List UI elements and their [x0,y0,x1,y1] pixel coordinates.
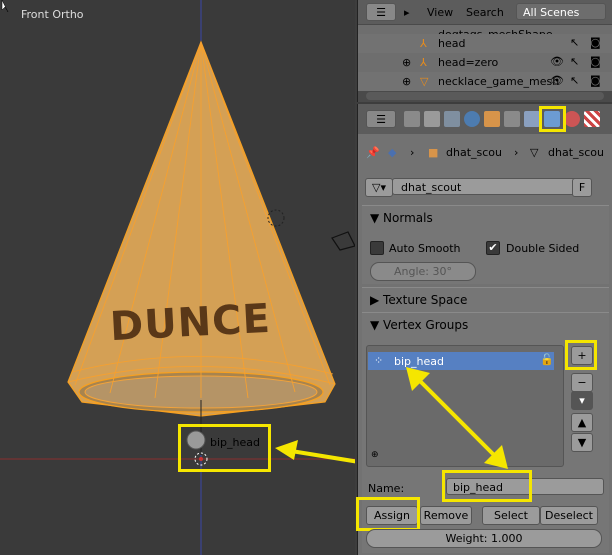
mesh-name-field[interactable]: dhat_scout [392,178,586,195]
double-sided-checkbox[interactable]: ✔ [486,241,500,255]
breadcrumb: 📌 ◆ › ■ dhat_scou › ▽ dhat_scou [366,144,606,162]
angle-field[interactable]: Angle: 30° [370,262,476,281]
material-tab-icon[interactable] [564,111,580,127]
scene-tab-icon[interactable] [444,111,460,127]
remove-vertex-group-button[interactable]: − [571,373,593,392]
texture-tab-icon[interactable] [584,111,600,127]
texture-space-title: ▶ Texture Space [370,293,468,307]
camera-icon[interactable]: ◙ [590,36,601,49]
weight-slider[interactable]: Weight: 1.000 [366,529,602,548]
outliner-row-label: necklace_game_mesh [438,75,560,88]
outliner-row[interactable]: ⅄ head ↖ ◙ [358,34,612,53]
pointer-icon[interactable]: ↖ [570,36,579,49]
camera-icon[interactable]: ◙ [590,74,601,87]
outliner-row-label: head=zero [438,56,499,69]
select-button[interactable]: Select [482,506,540,525]
double-arrow-annotation [406,367,508,469]
modifiers-tab-icon[interactable] [524,111,540,127]
outliner-header: ☰ ▸ View Search All Scenes [358,0,612,24]
breadcrumb-object: dhat_scou [446,146,502,159]
auto-smooth-label: Auto Smooth [389,242,461,255]
outliner-row[interactable]: ⊕ ⅄ head=zero 👁 ↖ ◙ [358,53,612,72]
outliner-row[interactable]: ⊕ ▽ necklace_game_mesh 👁 ↖ ◙ [358,72,612,91]
pin-icon[interactable]: 📌 [366,146,380,159]
move-down-button[interactable]: ▼ [571,433,593,452]
bone-icon: ⅄ [420,56,427,69]
editor-type-button[interactable]: ☰ [366,3,396,21]
mesh-icon: ▽ [530,146,539,159]
search-menu[interactable]: Search [466,6,504,19]
3d-viewport[interactable]: Front Ortho DUNCE bip_head [0,0,355,555]
vertex-group-icon: ⁘ [374,354,384,367]
lock-icon[interactable]: 🔓 [540,353,554,366]
editor-type-button[interactable]: ☰ [366,110,396,128]
bone-icon: ⅄ [420,37,427,50]
cube-icon: ■ [428,146,439,159]
outliner-row-label: head [438,37,466,50]
render-tab-icon[interactable] [404,111,420,127]
expand-icon[interactable]: ⊕ [402,56,411,69]
name-field-highlight [442,470,532,502]
vertex-groups-label: Vertex Groups [383,318,469,332]
camera-icon[interactable]: ◙ [590,55,601,68]
vertex-groups-title[interactable]: ▼ Vertex Groups [370,318,468,332]
mesh-tab-highlight [539,106,566,132]
eye-icon[interactable]: 👁 [550,74,564,87]
viewport-title: Front Ortho [21,8,84,21]
specials-menu-button[interactable]: ▾ [571,391,593,410]
object-tab-icon[interactable] [484,111,500,127]
outliner-scrollbar[interactable] [366,92,604,100]
expand-icon[interactable]: ⊕ [402,75,411,88]
constraints-tab-icon[interactable] [504,111,520,127]
properties-editor[interactable]: ☰ 📌 ◆ › ■ dhat_scou › ▽ dhat_scou ▽▾ dha… [356,104,612,555]
normals-title: Normals [383,211,433,225]
mesh-icon: ▽ [420,75,429,88]
outliner[interactable]: ☰ ▸ View Search All Scenes dogtags_meshS… [357,0,612,102]
properties-header: ☰ [358,104,612,134]
breadcrumb-mesh: dhat_scou [548,146,604,159]
pointer-icon[interactable]: ↖ [570,55,579,68]
double-sided-label: Double Sided [506,242,580,255]
chevron-right-icon: › [514,146,519,159]
pointer-icon[interactable]: ↖ [570,74,579,87]
collapse-icon[interactable]: ▸ [404,6,410,19]
scenes-dropdown[interactable]: All Scenes [516,3,606,20]
world-tab-icon[interactable] [464,111,480,127]
bone-highlight-box [178,424,271,472]
deselect-button[interactable]: Deselect [540,506,598,525]
texture-space-panel[interactable]: ▶ Texture Space [362,287,609,312]
mesh-browse-button[interactable]: ▽▾ [365,178,393,197]
texture-space-label: Texture Space [383,293,468,307]
auto-smooth-checkbox[interactable] [370,241,384,255]
view-menu[interactable]: View [427,6,453,19]
object-breadcrumb-icon: ◆ [388,146,397,159]
fake-user-button[interactable]: F [572,178,592,197]
normals-panel-title[interactable]: ▼ Normals [370,211,433,225]
name-label: Name: [368,482,405,495]
vertex-groups-panel: ▼ Vertex Groups ⁘ bip_head 🔓 ⊕ + − ▾ ▲ ▼… [356,312,609,553]
dunce-text: DUNCE [108,295,272,351]
normals-panel: ▼ Normals Auto Smooth ✔ Double Sided Ang… [362,205,609,284]
eye-icon[interactable]: 👁 [550,55,564,68]
move-up-button[interactable]: ▲ [571,413,593,432]
chevron-right-icon: › [410,146,415,159]
remove-button[interactable]: Remove [420,506,472,525]
list-filter-icon[interactable]: ⊕ [371,450,379,460]
render-layers-tab-icon[interactable] [424,111,440,127]
assign-button-highlight [356,497,420,531]
add-button-highlight [565,340,597,370]
